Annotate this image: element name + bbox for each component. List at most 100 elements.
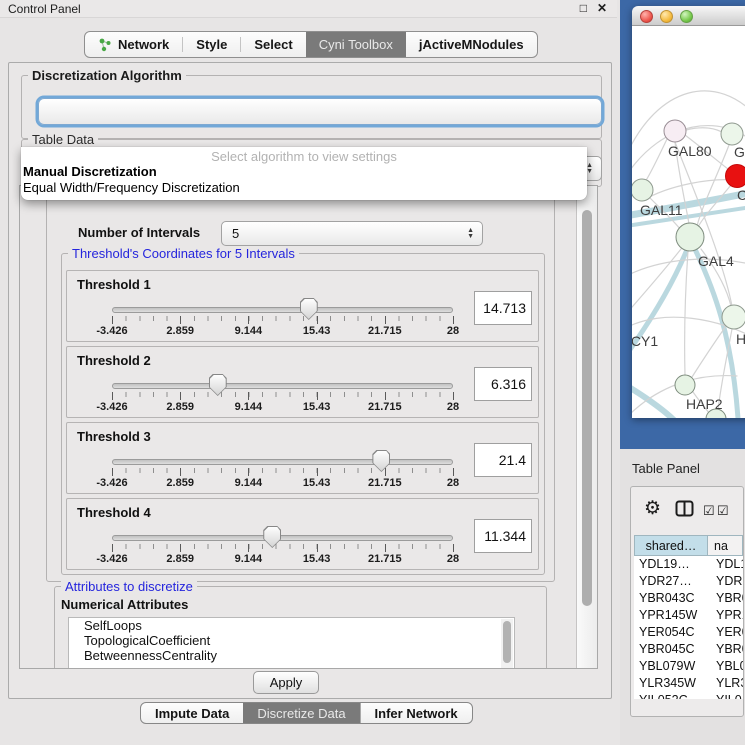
column-header-shared-name[interactable]: shared…	[634, 535, 708, 556]
threshold-3-slider[interactable]: -3.4262.8599.14415.4321.71528	[112, 449, 453, 493]
tab-impute-data[interactable]: Impute Data	[141, 703, 243, 723]
table-cell: YER054C	[634, 624, 708, 641]
table-panel-box: ⚙ ☑ ☑ shared… na YDL19…YDL1YDR27…YDR2YBR…	[630, 486, 744, 717]
slider-ticks: -3.4262.8599.14415.4321.71528	[112, 392, 453, 416]
close-icon[interactable]: ✕	[597, 1, 607, 15]
network-node[interactable]	[664, 120, 686, 142]
threshold-1-value-input[interactable]	[474, 291, 532, 325]
column-header-name[interactable]: na	[708, 535, 743, 556]
tab-jactivemnodules[interactable]: jActiveMNodules	[406, 32, 537, 57]
table-row[interactable]: YDL19…YDL1	[634, 556, 743, 573]
threshold-4-slider[interactable]: -3.4262.8599.14415.4321.71528	[112, 525, 453, 569]
threshold-2-panel: Threshold 2 -3.4262.8599.14415.4321.7152…	[66, 346, 539, 418]
tab-label: Infer Network	[375, 706, 458, 721]
apply-button[interactable]: Apply	[253, 671, 319, 694]
node-label: GAL80	[668, 143, 712, 159]
gear-icon[interactable]: ⚙	[644, 497, 661, 520]
tab-label: Discretize Data	[257, 706, 345, 721]
major-tick	[317, 544, 318, 552]
network-node[interactable]	[721, 123, 743, 145]
threshold-4-value-input[interactable]	[474, 519, 532, 553]
network-window-titlebar[interactable]	[632, 6, 745, 26]
table-row[interactable]: YPR145WYPR1	[634, 607, 743, 624]
threshold-3-panel: Threshold 3 -3.4262.8599.14415.4321.7152…	[66, 422, 539, 494]
list-scrollbar[interactable]	[501, 619, 513, 669]
slider-track[interactable]	[112, 535, 453, 541]
tick-label: -3.426	[96, 401, 127, 413]
desktop-background: GAL80GAGAL11CGAL4GCY1HHAP2	[620, 0, 745, 449]
table-cell: YIL0	[708, 692, 743, 699]
slider-track[interactable]	[112, 459, 453, 465]
select-all-checkbox-icon[interactable]: ☑	[703, 503, 715, 519]
network-node[interactable]	[676, 223, 704, 251]
tick-label: 28	[447, 553, 459, 565]
pane-scrollbar[interactable]	[576, 186, 597, 668]
panel-title: Control Panel	[8, 2, 81, 16]
tick-label: 28	[447, 401, 459, 413]
network-canvas[interactable]: GAL80GAGAL11CGAL4GCY1HHAP2	[632, 26, 745, 418]
major-tick	[385, 468, 386, 476]
close-traffic-light-icon[interactable]	[640, 10, 653, 23]
table-row[interactable]: YDR27…YDR2	[634, 573, 743, 590]
table-row[interactable]: YBR045CYBR0	[634, 641, 743, 658]
table-row[interactable]: YIL052CYIL0	[634, 692, 743, 699]
tick-label: 9.144	[235, 477, 263, 489]
split-view-icon[interactable]	[675, 500, 694, 517]
list-item[interactable]: TopologicalCoefficient	[69, 633, 514, 648]
zoom-traffic-light-icon[interactable]	[680, 10, 693, 23]
screen: Control Panel □ ✕ Network Style Select C…	[0, 0, 745, 745]
slider-track[interactable]	[112, 307, 453, 313]
list-item[interactable]: SelfLoops	[69, 618, 514, 633]
threshold-2-slider[interactable]: -3.4262.8599.14415.4321.71528	[112, 373, 453, 417]
major-tick	[180, 316, 181, 324]
table-row[interactable]: YBR043CYBR0	[634, 590, 743, 607]
tick-label: -3.426	[96, 477, 127, 489]
threshold-1-slider[interactable]: -3.4262.8599.14415.4321.71528	[112, 297, 453, 341]
number-of-intervals-combobox[interactable]: 5 ▲▼	[221, 221, 483, 246]
table-rows: YDL19…YDL1YDR27…YDR2YBR043CYBR0YPR145WYP…	[634, 556, 743, 699]
network-node[interactable]	[675, 375, 695, 395]
table-cell: YPR145W	[634, 607, 708, 624]
major-tick	[180, 468, 181, 476]
tab-cyni-toolbox[interactable]: Cyni Toolbox	[306, 32, 406, 57]
table-row[interactable]: YBL079WYBL0	[634, 658, 743, 675]
network-node[interactable]	[632, 179, 653, 201]
slider-track[interactable]	[112, 383, 453, 389]
major-tick	[385, 392, 386, 400]
table-cell: YLR3	[708, 675, 743, 692]
float-window-icon[interactable]: □	[580, 1, 587, 15]
threshold-2-value-input[interactable]	[474, 367, 532, 401]
list-item[interactable]: BetweennessCentrality	[69, 648, 514, 663]
pane-scrollbar-thumb[interactable]	[582, 210, 592, 606]
node-label: GAL11	[640, 202, 683, 218]
threshold-3-value-input[interactable]	[474, 443, 532, 477]
network-icon	[98, 38, 112, 52]
table-panel: Table Panel ⚙ ☑ ☑ shared… na YDL	[620, 449, 745, 745]
tab-infer-network[interactable]: Infer Network	[360, 703, 472, 723]
major-tick	[112, 544, 113, 552]
table-row[interactable]: YLR345WYLR3	[634, 675, 743, 692]
tab-select[interactable]: Select	[241, 32, 305, 57]
table-row[interactable]: YER054CYER0	[634, 624, 743, 641]
tick-label: 28	[447, 477, 459, 489]
tick-label: -3.426	[96, 553, 127, 565]
dropdown-option-manual[interactable]: Manual Discretization	[21, 164, 587, 180]
tab-style[interactable]: Style	[183, 32, 240, 57]
tick-label: 21.715	[368, 325, 402, 337]
network-node[interactable]	[726, 165, 745, 188]
table-toolbar: ⚙ ☑ ☑	[631, 493, 743, 527]
tab-label: jActiveMNodules	[419, 37, 524, 52]
threshold-label: Threshold 2	[77, 353, 151, 368]
list-scrollbar-thumb[interactable]	[503, 621, 511, 663]
minimize-traffic-light-icon[interactable]	[660, 10, 673, 23]
dropdown-option-equal-width[interactable]: Equal Width/Frequency Discretization	[21, 180, 587, 196]
network-window[interactable]: GAL80GAGAL11CGAL4GCY1HHAP2	[632, 6, 745, 418]
network-node[interactable]	[722, 305, 745, 329]
node-label: HAP2	[686, 396, 723, 412]
major-tick	[453, 468, 454, 476]
tab-discretize-data[interactable]: Discretize Data	[243, 703, 359, 723]
slider-ticks: -3.4262.8599.14415.4321.71528	[112, 468, 453, 492]
deselect-all-checkbox-icon[interactable]: ☑	[717, 503, 729, 519]
algorithm-combobox[interactable]	[38, 98, 602, 125]
tab-network[interactable]: Network	[85, 32, 182, 57]
